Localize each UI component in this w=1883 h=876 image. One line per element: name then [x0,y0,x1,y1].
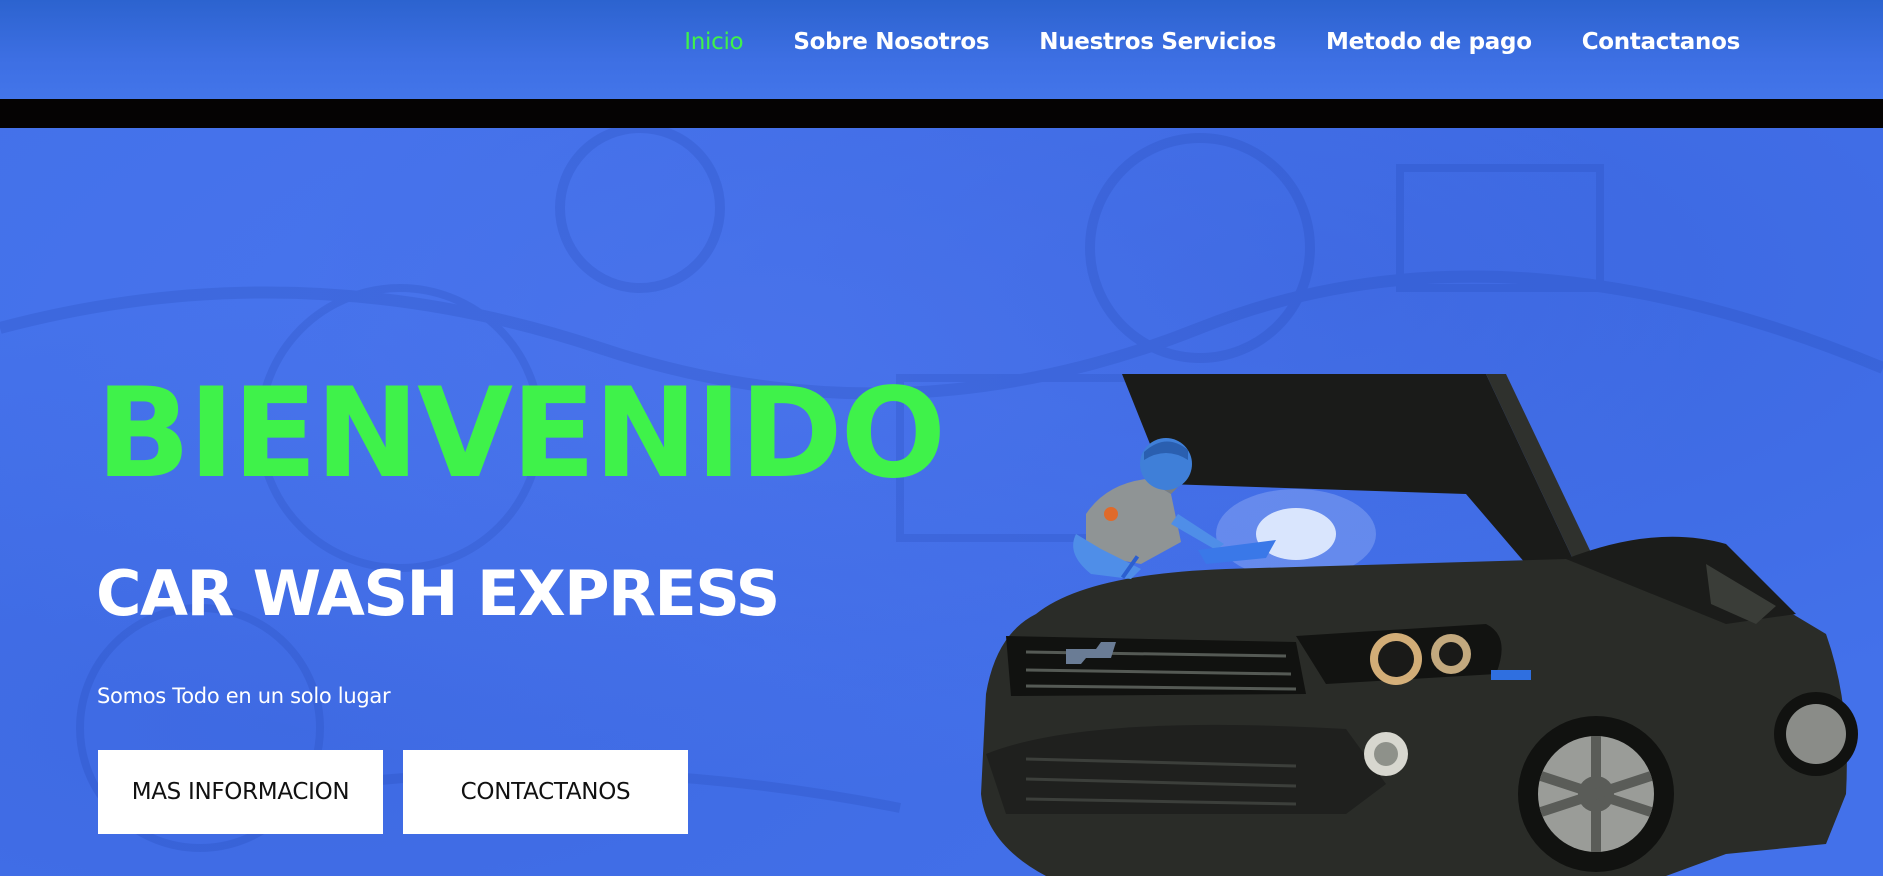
brand-heading: CAR WASH EXPRESS [96,557,780,630]
nav-item-metodo-de-pago[interactable]: Metodo de pago [1301,24,1557,60]
hero-section: BIENVENIDO CAR WASH EXPRESS Somos Todo e… [0,128,1883,876]
nav-item-inicio[interactable]: Inicio [659,24,768,60]
more-info-button[interactable]: MAS INFORMACION [98,750,383,834]
nav-item-nuestros-servicios[interactable]: Nuestros Servicios [1014,24,1301,60]
main-nav: Inicio Sobre Nosotros Nuestros Servicios… [659,24,1765,60]
welcome-heading: BIENVENIDO [96,362,946,506]
mechanic-car-image [981,374,1858,876]
nav-item-sobre-nosotros[interactable]: Sobre Nosotros [768,24,1014,60]
separator-bar [0,99,1883,128]
top-navigation-bar: Inicio Sobre Nosotros Nuestros Servicios… [0,0,1883,99]
nav-item-contactanos[interactable]: Contactanos [1557,24,1765,60]
tagline-text: Somos Todo en un solo lugar [97,684,391,708]
contact-button[interactable]: CONTACTANOS [403,750,688,834]
